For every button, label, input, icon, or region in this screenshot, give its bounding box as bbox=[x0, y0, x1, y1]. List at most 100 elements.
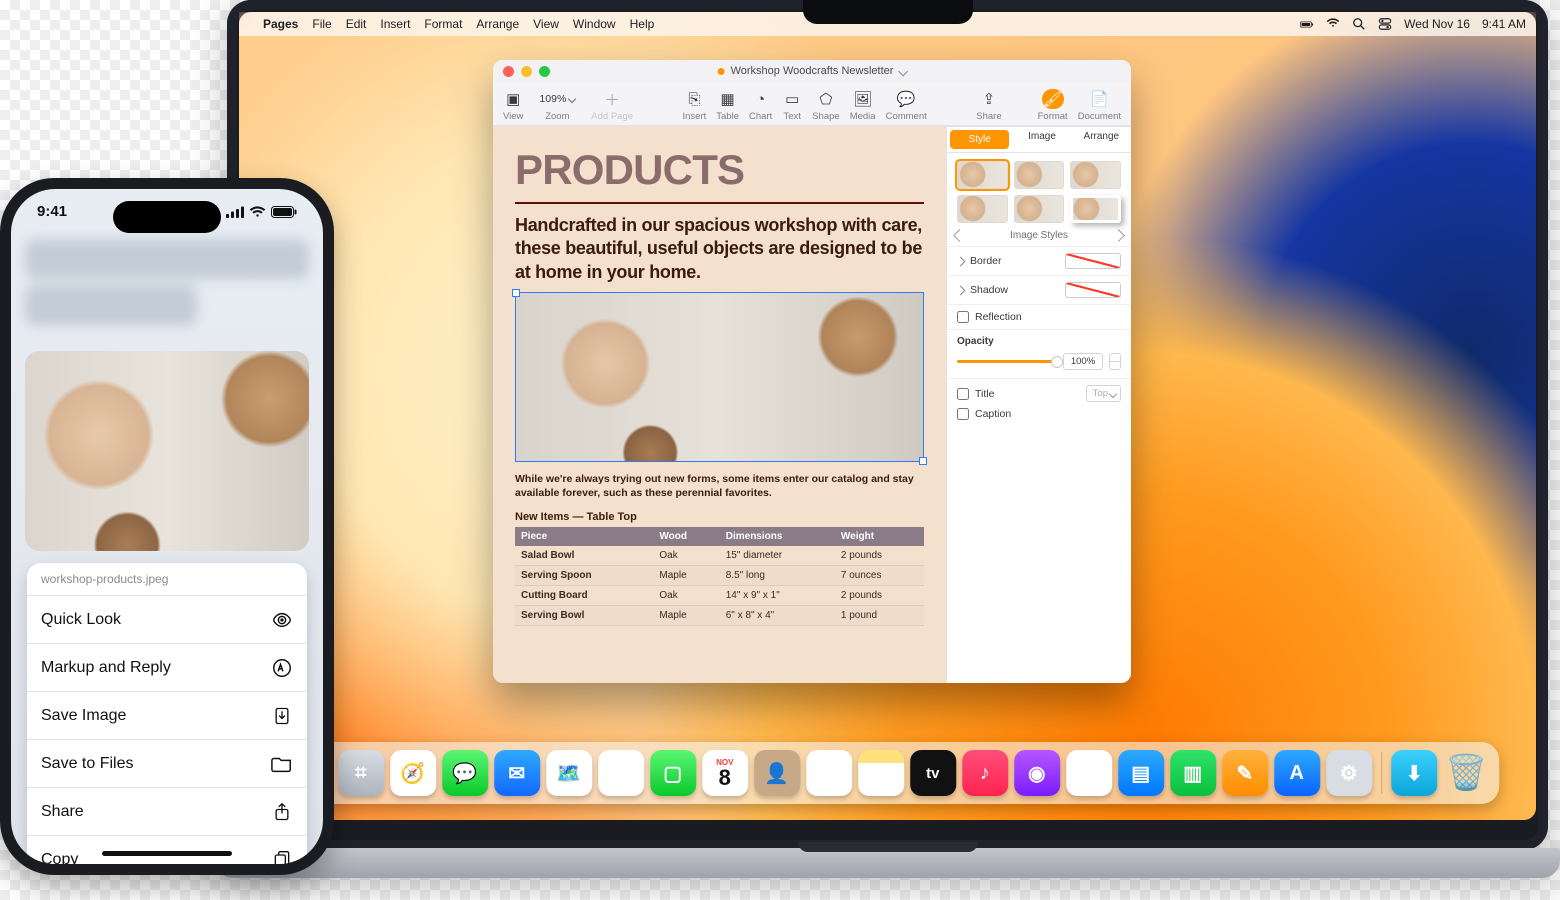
dock-app-downloads[interactable]: ⬇︎ bbox=[1391, 750, 1437, 796]
toolbar-table[interactable]: ▦Table bbox=[716, 89, 739, 122]
table-cell[interactable]: Maple bbox=[653, 565, 719, 585]
table-cell[interactable]: Oak bbox=[653, 585, 719, 605]
doc-title[interactable]: PRODUCTS bbox=[515, 146, 924, 194]
inspector-tab-arrange[interactable]: Arrange bbox=[1072, 127, 1131, 152]
control-center-icon[interactable] bbox=[1378, 17, 1392, 31]
opacity-field[interactable]: 100% bbox=[1063, 353, 1103, 370]
image-style-thumb[interactable] bbox=[957, 161, 1008, 189]
doc-table[interactable]: Piece Wood Dimensions Weight Salad BowlO… bbox=[515, 527, 924, 626]
inspector-tab-image[interactable]: Image bbox=[1012, 127, 1071, 152]
dock-app-photos[interactable]: ❋ bbox=[598, 750, 644, 796]
search-icon[interactable] bbox=[1352, 17, 1366, 31]
dock-app-news[interactable]: N bbox=[1066, 750, 1112, 796]
dock-app-trash[interactable]: 🗑️ bbox=[1443, 750, 1489, 796]
window-close-button[interactable] bbox=[503, 66, 514, 77]
toolbar-shape[interactable]: ⬠Shape bbox=[812, 89, 839, 122]
table-cell[interactable]: 8.5" long bbox=[720, 565, 835, 585]
caption-checkbox[interactable] bbox=[957, 408, 969, 420]
dock-app-notes[interactable]: ✎ bbox=[858, 750, 904, 796]
dock-app-safari[interactable]: 🧭 bbox=[390, 750, 436, 796]
image-style-thumb[interactable] bbox=[1070, 161, 1121, 189]
dock-app-maps[interactable]: 🗺️ bbox=[546, 750, 592, 796]
opacity-slider[interactable] bbox=[957, 360, 1057, 363]
image-style-thumb[interactable] bbox=[1070, 195, 1121, 223]
toolbar-text[interactable]: ▭Text bbox=[782, 89, 802, 122]
inspector-shadow-row[interactable]: Shadow bbox=[947, 275, 1131, 304]
doc-table-title[interactable]: New Items — Table Top bbox=[515, 511, 924, 523]
table-header[interactable]: Piece bbox=[515, 527, 653, 546]
ios-menu-save-image[interactable]: Save Image bbox=[27, 692, 307, 740]
image-style-thumb[interactable] bbox=[957, 195, 1008, 223]
dock-app-numbers[interactable]: ▥ bbox=[1170, 750, 1216, 796]
table-row[interactable]: Serving SpoonMaple8.5" long7 ounces bbox=[515, 565, 924, 585]
dock-app-facetime[interactable]: ▢ bbox=[650, 750, 696, 796]
dock-app-pages[interactable]: ✎ bbox=[1222, 750, 1268, 796]
table-cell[interactable]: Oak bbox=[653, 546, 719, 566]
dock-app-appstore[interactable]: A bbox=[1274, 750, 1320, 796]
table-header[interactable]: Wood bbox=[653, 527, 719, 546]
inspector-border-row[interactable]: Border bbox=[947, 246, 1131, 275]
table-row[interactable]: Salad BowlOak15" diameter2 pounds bbox=[515, 546, 924, 566]
table-row[interactable]: Cutting BoardOak14" x 9" x 1"2 pounds bbox=[515, 585, 924, 605]
window-minimize-button[interactable] bbox=[521, 66, 532, 77]
reflection-checkbox[interactable] bbox=[957, 311, 969, 323]
menubar-item-view[interactable]: View bbox=[533, 17, 559, 31]
toolbar-insert[interactable]: ⎘Insert bbox=[683, 89, 707, 122]
menubar-item-insert[interactable]: Insert bbox=[380, 17, 410, 31]
table-cell[interactable]: 14" x 9" x 1" bbox=[720, 585, 835, 605]
title-chevron-down-icon[interactable] bbox=[898, 66, 908, 76]
table-cell[interactable]: Salad Bowl bbox=[515, 546, 653, 566]
doc-description[interactable]: While we're always trying out new forms,… bbox=[515, 472, 924, 500]
menubar-item-file[interactable]: File bbox=[312, 17, 331, 31]
inspector-tab-style[interactable]: Style bbox=[950, 130, 1009, 149]
toolbar-format[interactable]: 🖌Format bbox=[1038, 89, 1068, 122]
menubar-item-edit[interactable]: Edit bbox=[346, 17, 367, 31]
home-indicator[interactable] bbox=[102, 851, 232, 856]
inspector-reflection-row[interactable]: Reflection bbox=[947, 304, 1131, 329]
ios-menu-save-to-files[interactable]: Save to Files bbox=[27, 740, 307, 788]
table-cell[interactable]: 1 pound bbox=[835, 605, 924, 625]
dock-app-keynote[interactable]: ▤ bbox=[1118, 750, 1164, 796]
table-row[interactable]: Serving BowlMaple6" x 8" x 4"1 pound bbox=[515, 605, 924, 625]
document-canvas[interactable]: PRODUCTS Handcrafted in our spacious wor… bbox=[493, 126, 947, 683]
table-cell[interactable]: Serving Spoon bbox=[515, 565, 653, 585]
table-cell[interactable]: 6" x 8" x 4" bbox=[720, 605, 835, 625]
table-cell[interactable]: 7 ounces bbox=[835, 565, 924, 585]
title-checkbox[interactable] bbox=[957, 388, 969, 400]
table-cell[interactable]: Serving Bowl bbox=[515, 605, 653, 625]
toolbar-media[interactable]: 🖼Media bbox=[850, 89, 876, 122]
image-style-thumb[interactable] bbox=[1014, 161, 1065, 189]
dock-app-mail[interactable]: ✉︎ bbox=[494, 750, 540, 796]
table-header[interactable]: Dimensions bbox=[720, 527, 835, 546]
table-cell[interactable]: 15" diameter bbox=[720, 546, 835, 566]
window-titlebar[interactable]: Workshop Woodcrafts Newsletter bbox=[493, 60, 1131, 82]
menubar-item-arrange[interactable]: Arrange bbox=[476, 17, 519, 31]
menubar-date[interactable]: Wed Nov 16 bbox=[1404, 17, 1470, 31]
table-header[interactable]: Weight bbox=[835, 527, 924, 546]
toolbar-view[interactable]: ▣View bbox=[503, 89, 523, 122]
table-cell[interactable]: 2 pounds bbox=[835, 585, 924, 605]
none-swatch-icon[interactable] bbox=[1065, 282, 1121, 298]
menubar-item-window[interactable]: Window bbox=[573, 17, 616, 31]
ios-menu-copy[interactable]: Copy bbox=[27, 836, 307, 864]
menubar-item-format[interactable]: Format bbox=[424, 17, 462, 31]
table-cell[interactable]: Cutting Board bbox=[515, 585, 653, 605]
toolbar-document[interactable]: 📄Document bbox=[1078, 89, 1121, 122]
battery-icon[interactable] bbox=[1300, 17, 1314, 31]
dock-app-calendar[interactable]: NOV8 bbox=[702, 750, 748, 796]
toolbar-share[interactable]: ⇪Share bbox=[976, 89, 1001, 122]
context-menu-preview-image[interactable] bbox=[25, 351, 309, 551]
doc-subtitle[interactable]: Handcrafted in our spacious workshop wit… bbox=[515, 214, 924, 284]
title-position-popup[interactable]: Top bbox=[1086, 385, 1121, 402]
menubar-time[interactable]: 9:41 AM bbox=[1482, 17, 1526, 31]
window-fullscreen-button[interactable] bbox=[539, 66, 550, 77]
inspector-caption-row[interactable]: Caption bbox=[947, 408, 1131, 426]
dock-app-music[interactable]: ♪ bbox=[962, 750, 1008, 796]
ios-menu-markup-and-reply[interactable]: Markup and Reply bbox=[27, 644, 307, 692]
menubar-app-name[interactable]: Pages bbox=[263, 17, 298, 31]
dock-app-tv[interactable]: tv bbox=[910, 750, 956, 796]
toolbar-comment[interactable]: 💬Comment bbox=[886, 89, 927, 122]
table-cell[interactable]: 2 pounds bbox=[835, 546, 924, 566]
dock-app-launchpad[interactable]: ⌗ bbox=[338, 750, 384, 796]
wifi-icon[interactable] bbox=[1326, 17, 1340, 31]
